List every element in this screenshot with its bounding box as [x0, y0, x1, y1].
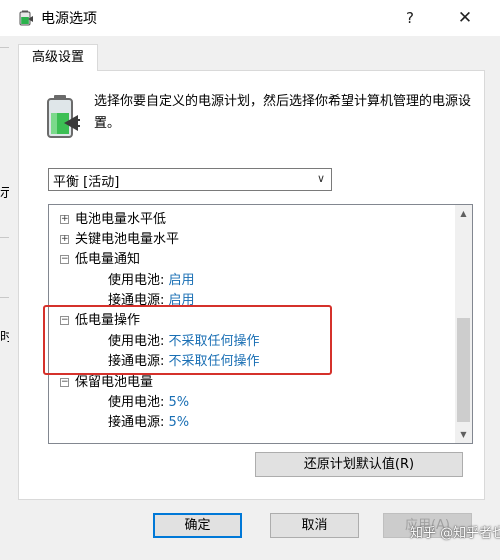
vertical-scrollbar[interactable]: ▲ ▼: [455, 205, 472, 443]
background-divider: [0, 237, 9, 238]
scrollbar-thumb[interactable]: [457, 318, 470, 422]
tree-node-label: 保留电池电量: [75, 375, 154, 390]
setting-value-link[interactable]: 5%: [169, 395, 190, 410]
help-button[interactable]: ?: [387, 0, 433, 36]
background-divider: [0, 297, 9, 298]
tree-setting-plugged-in[interactable]: 接通电源: 启用: [108, 291, 195, 311]
tree-setting-on-battery[interactable]: 使用电池: 不采取任何操作: [108, 332, 260, 352]
background-divider: [0, 47, 9, 48]
tree-node-label: 关键电池电量水平: [75, 232, 180, 247]
setting-value-link[interactable]: 启用: [169, 273, 195, 288]
setting-value-link[interactable]: 不采取任何操作: [169, 354, 260, 369]
tree-setting-plugged-in[interactable]: 接通电源: 5%: [108, 413, 189, 433]
title-bar[interactable]: 电源选项 ? ✕: [9, 0, 500, 36]
advanced-settings-panel: 选择你要自定义的电源计划，然后选择你希望计算机管理的电源设置。 平衡 [活动] …: [18, 70, 485, 500]
tree-setting-on-battery[interactable]: 使用电池: 5%: [108, 393, 189, 413]
background-text: 时: [0, 330, 9, 345]
power-options-dialog: 电源选项 ? ✕ 高级设置 选择你要自定义的电源计划，然后选择你希望计算机管理的…: [9, 0, 500, 560]
collapse-icon[interactable]: −: [60, 316, 69, 325]
setting-value-link[interactable]: 不采取任何操作: [169, 334, 260, 349]
scroll-up-icon[interactable]: ▲: [455, 205, 472, 222]
battery-icon: [47, 95, 80, 138]
tree-setting-on-battery[interactable]: 使用电池: 启用: [108, 271, 195, 291]
setting-label: 接通电源:: [108, 354, 169, 369]
tree-node-label: 低电量操作: [75, 313, 141, 328]
tree-node-label: 低电量通知: [75, 252, 141, 267]
description-text: 选择你要自定义的电源计划，然后选择你希望计算机管理的电源设置。: [94, 94, 472, 131]
setting-label: 使用电池:: [108, 395, 169, 410]
expand-icon[interactable]: +: [60, 235, 69, 244]
setting-value-link[interactable]: 5%: [169, 415, 190, 430]
window-title: 电源选项: [41, 11, 97, 27]
collapse-icon[interactable]: −: [60, 378, 69, 387]
power-options-icon: [19, 10, 33, 26]
setting-label: 使用电池:: [108, 273, 169, 288]
collapse-icon[interactable]: −: [60, 255, 69, 264]
ok-button[interactable]: 确定: [153, 513, 242, 538]
close-button[interactable]: ✕: [442, 0, 488, 36]
watermark: 知乎 @知乎者也: [410, 526, 500, 541]
tree-setting-plugged-in[interactable]: 接通电源: 不采取任何操作: [108, 352, 260, 372]
setting-label: 接通电源:: [108, 293, 169, 308]
expand-icon[interactable]: +: [60, 215, 69, 224]
restore-defaults-button[interactable]: 还原计划默认值(R): [255, 452, 463, 477]
tree-node-label: 电池电量水平低: [75, 212, 167, 227]
power-plan-value: 平衡 [活动]: [53, 175, 120, 190]
chevron-down-icon: ∨: [316, 172, 325, 185]
tab-advanced-settings[interactable]: 高级设置: [18, 44, 98, 71]
scroll-down-icon[interactable]: ▼: [455, 426, 472, 443]
cancel-button[interactable]: 取消: [270, 513, 359, 538]
power-plan-select[interactable]: 平衡 [活动] ∨: [48, 168, 332, 191]
setting-value-link[interactable]: 启用: [169, 293, 195, 308]
background-window: 示 时: [0, 36, 9, 560]
setting-label: 接通电源:: [108, 415, 169, 430]
background-text: 示: [0, 186, 9, 201]
settings-tree[interactable]: + 电池电量水平低 + 关键电池电量水平 − 低电量通知 使用电池: 启用 接通…: [48, 204, 473, 444]
setting-label: 使用电池:: [108, 334, 169, 349]
